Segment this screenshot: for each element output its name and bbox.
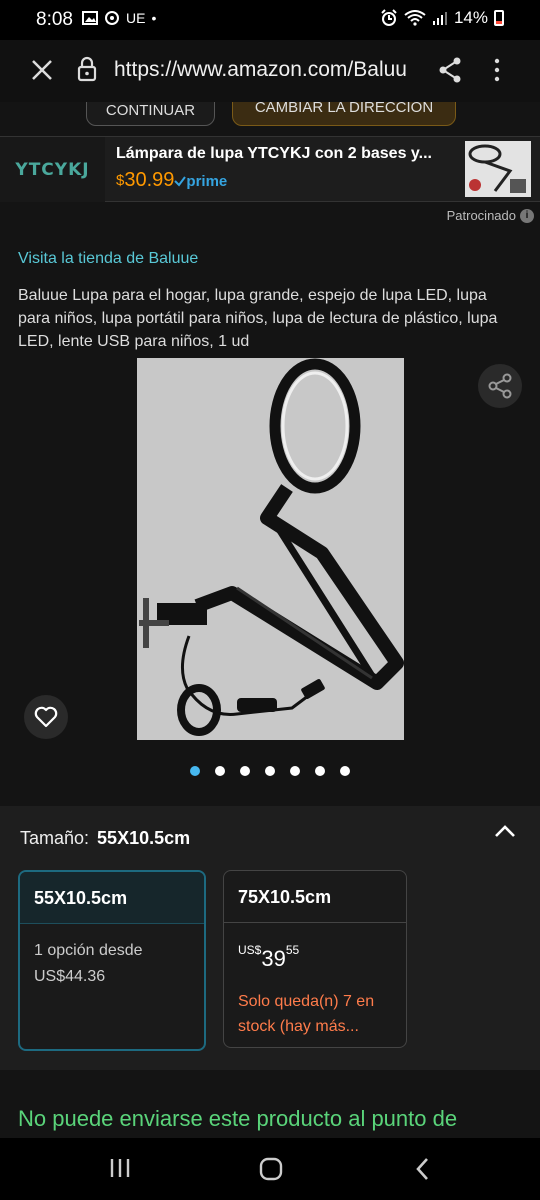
size-selector: Tamaño: 55X10.5cm 55X10.5cm 1 opción desd… — [0, 806, 540, 1070]
product-section: Patrocinado i Visita la tienda de Baluue… — [0, 202, 540, 806]
pager-dot[interactable] — [340, 766, 350, 776]
product-title: Baluue Lupa para el hogar, lupa grande, … — [18, 287, 498, 350]
battery-percent: 14% — [453, 8, 488, 27]
battery-icon — [494, 10, 504, 26]
share-icon[interactable] — [438, 56, 462, 84]
address-buttons-row: CONTINUAR CAMBIAR LA DIRECCIÓN — [0, 102, 540, 136]
size-option-name: 55X10.5cm — [20, 872, 204, 924]
ad-price: $30.99 prime — [116, 169, 227, 192]
prime-check-icon — [174, 176, 187, 187]
status-bar: 8:08 UE • 14% — [0, 0, 540, 40]
option-price: US$3955 — [238, 943, 300, 971]
more-dot-icon: • — [151, 10, 157, 26]
pager-dot[interactable] — [190, 766, 200, 776]
recent-apps-icon[interactable] — [108, 1156, 132, 1180]
brand-logo: YTCYKJ — [0, 137, 105, 203]
pager-dot[interactable] — [265, 766, 275, 776]
shipping-message: No puede enviarse este producto al punto… — [18, 1106, 458, 1131]
home-icon[interactable] — [258, 1156, 284, 1182]
change-address-button[interactable]: CAMBIAR LA DIRECCIÓN — [232, 102, 456, 126]
chevron-up-icon[interactable] — [492, 822, 518, 842]
info-icon[interactable]: i — [520, 208, 534, 223]
ad-product-thumbnail[interactable] — [465, 141, 531, 197]
heart-icon — [34, 706, 58, 728]
wifi-icon — [404, 10, 426, 26]
prime-badge: prime — [174, 173, 227, 190]
stock-warning: Solo queda(n) 7 en stock (hay más... — [238, 993, 375, 1035]
alarm-icon — [381, 9, 397, 26]
back-icon[interactable] — [412, 1156, 434, 1182]
pager-dot[interactable] — [215, 766, 225, 776]
option-price: US$44.36 — [34, 968, 106, 985]
carrier-label: UE — [126, 10, 146, 26]
sponsored-ad-banner[interactable]: YTCYKJ Lámpara de lupa YTCYKJ con 2 base… — [0, 136, 540, 203]
size-option-name: 75X10.5cm — [224, 871, 406, 923]
brand-logo-text: YTCYKJ — [15, 160, 90, 180]
product-image[interactable] — [137, 358, 404, 740]
size-option-55[interactable]: 55X10.5cm 1 opción desde US$44.36 — [18, 870, 206, 1051]
image-pager — [190, 766, 350, 776]
status-time: 8:08 — [36, 9, 73, 30]
pager-dot[interactable] — [315, 766, 325, 776]
ad-price-value: 30.99 — [124, 169, 175, 191]
sponsored-label: Patrocinado i — [447, 208, 534, 223]
close-icon[interactable] — [28, 56, 56, 84]
system-nav-bar — [0, 1138, 540, 1200]
option-count: 1 opción desde — [34, 942, 143, 959]
ad-title[interactable]: Lámpara de lupa YTCYKJ con 2 bases y... — [116, 145, 456, 163]
share-product-button[interactable] — [478, 364, 522, 408]
store-link[interactable]: Visita la tienda de Baluue — [18, 250, 198, 268]
ad-price-currency: $ — [116, 172, 125, 189]
continue-button[interactable]: CONTINUAR — [86, 102, 215, 126]
overflow-menu-icon[interactable] — [490, 56, 504, 84]
lock-icon[interactable] — [76, 56, 98, 82]
size-option-75[interactable]: 75X10.5cm US$3955 Solo queda(n) 7 en sto… — [223, 870, 407, 1048]
selected-size: 55X10.5cm — [97, 828, 191, 848]
url-field[interactable]: https://www.amazon.com/Baluu — [114, 58, 424, 82]
share-icon — [488, 373, 512, 399]
status-notification-icons: UE • — [82, 10, 156, 26]
pager-dot[interactable] — [240, 766, 250, 776]
signal-icon — [432, 12, 447, 25]
pager-dot[interactable] — [290, 766, 300, 776]
wishlist-button[interactable] — [24, 695, 68, 739]
sync-icon — [105, 11, 119, 25]
shipping-notice: No puede enviarse este producto al punto… — [0, 1070, 540, 1138]
size-heading: Tamaño: 55X10.5cm — [20, 828, 191, 848]
browser-toolbar: https://www.amazon.com/Baluu — [0, 40, 540, 102]
gallery-icon — [82, 11, 98, 25]
